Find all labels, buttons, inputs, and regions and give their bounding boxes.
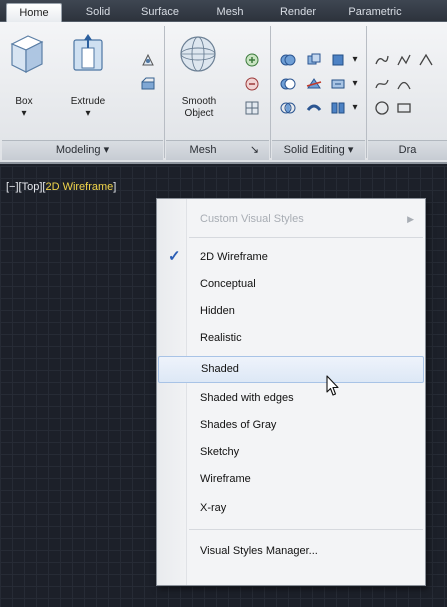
menu-item-label: Conceptual (200, 278, 256, 290)
solid-edit-dropdown-arrow[interactable]: ▾ (350, 78, 360, 90)
menu-item-custom-visual-styles[interactable]: Custom Visual Styles ▶ (158, 207, 424, 231)
menu-item-label: Visual Styles Manager... (200, 545, 318, 557)
menu-item-hidden[interactable]: Hidden (158, 299, 424, 323)
menu-item-label: Custom Visual Styles (200, 213, 304, 225)
menu-item-sketchy[interactable]: Sketchy (158, 440, 424, 464)
menu-item-x-ray[interactable]: X-ray (158, 496, 424, 520)
line-icon[interactable] (374, 52, 390, 68)
arc-icon[interactable] (396, 76, 412, 92)
menu-item-label: Wireframe (200, 473, 251, 485)
panel-separator (164, 26, 165, 158)
tab-solid[interactable]: Solid (78, 3, 118, 22)
ribbon-tab-bar: Home Solid Surface Mesh Render Parametri… (0, 0, 447, 22)
menu-item-label: Shades of Gray (200, 419, 277, 431)
smooth-object-icon[interactable] (176, 32, 220, 81)
intersect-icon[interactable] (280, 100, 296, 116)
box-icon[interactable] (6, 32, 46, 81)
smooth-object-label-line1[interactable]: Smooth (170, 96, 228, 108)
menu-item-wireframe[interactable]: Wireframe (158, 467, 424, 491)
solid-editing-panel-title[interactable]: Solid Editing ▾ (272, 140, 365, 160)
union-icon[interactable] (280, 52, 296, 68)
visual-styles-menu: Custom Visual Styles ▶ ✓ 2D Wireframe Co… (156, 198, 426, 586)
spline-icon[interactable] (374, 76, 390, 92)
menu-item-label: Hidden (200, 305, 235, 317)
extrude-dropdown-arrow[interactable]: ▾ (62, 108, 114, 120)
polysolid-icon[interactable] (140, 76, 156, 92)
thicken-icon[interactable] (306, 100, 322, 116)
chevron-right-icon: ▶ (407, 214, 414, 224)
mesh-panel-launcher-icon[interactable]: ↘ (240, 140, 269, 160)
viewport-suffix: ] (113, 181, 117, 193)
smooth-object-label-line2[interactable]: Object (170, 108, 228, 120)
solid-edit-dropdown-arrow[interactable]: ▾ (350, 102, 360, 114)
menu-item-shaded[interactable]: Shaded (158, 356, 424, 383)
menu-separator (189, 237, 423, 238)
separate-icon[interactable] (330, 100, 346, 116)
interfere-icon[interactable] (306, 52, 322, 68)
slice-icon[interactable] (306, 76, 322, 92)
menu-item-label: 2D Wireframe (200, 251, 268, 263)
ribbon-panel-area: Box ▾ Extrude ▾ Smooth Object ▾ ▾ ▾ Mode… (0, 22, 447, 164)
menu-item-label: X-ray (200, 502, 227, 514)
extrude-faces-icon[interactable] (330, 76, 346, 92)
viewport-prefix[interactable]: [−][Top][ (6, 181, 45, 193)
menu-item-visual-styles-manager[interactable]: Visual Styles Manager... (158, 539, 424, 563)
tab-render[interactable]: Render (274, 3, 322, 22)
panel-separator (270, 26, 271, 158)
draw-more-icon[interactable] (418, 52, 434, 68)
rectangle-icon[interactable] (396, 100, 412, 116)
visual-style-control[interactable]: 2D Wireframe (45, 181, 113, 193)
app-window: { "ribbon": { "tabs": [ {"label": "Home"… (0, 0, 447, 607)
menu-item-label: Shaded (201, 363, 239, 375)
box-dropdown-arrow[interactable]: ▾ (4, 108, 44, 120)
menu-separator (189, 529, 423, 530)
refine-mesh-icon[interactable] (244, 100, 260, 116)
menu-item-realistic[interactable]: Realistic (158, 326, 424, 350)
tab-mesh[interactable]: Mesh (206, 3, 254, 22)
modeling-panel-title[interactable]: Modeling ▾ (2, 140, 163, 160)
extrude-icon[interactable] (68, 32, 108, 81)
smooth-more-icon[interactable] (244, 52, 260, 68)
checkmark-icon: ✓ (168, 248, 181, 265)
polyline-icon[interactable] (396, 52, 412, 68)
box-button-label[interactable]: Box (4, 96, 44, 108)
menu-item-label: Shaded with edges (200, 392, 294, 404)
subtract-icon[interactable] (280, 76, 296, 92)
smooth-less-icon[interactable] (244, 76, 260, 92)
panel-separator (366, 26, 367, 158)
mesh-panel-title[interactable]: Mesh (166, 140, 240, 160)
tab-surface[interactable]: Surface (132, 3, 188, 22)
menu-item-2d-wireframe[interactable]: ✓ 2D Wireframe (158, 245, 424, 269)
menu-item-shades-of-gray[interactable]: Shades of Gray (158, 413, 424, 437)
menu-item-label: Sketchy (200, 446, 240, 458)
presspull-icon[interactable] (140, 52, 156, 68)
extrude-button-label[interactable]: Extrude (62, 96, 114, 108)
solid-edit-dropdown-arrow[interactable]: ▾ (350, 54, 360, 66)
tab-home[interactable]: Home (6, 3, 62, 22)
menu-item-shaded-with-edges[interactable]: Shaded with edges (158, 386, 424, 410)
menu-item-conceptual[interactable]: Conceptual (158, 272, 424, 296)
viewport-controls[interactable]: [−][Top][2D Wireframe] (6, 181, 116, 193)
mouse-pointer-icon (322, 374, 340, 405)
menu-item-label: Realistic (200, 332, 242, 344)
draw-panel-title[interactable]: Dra (368, 140, 447, 160)
extract-edges-icon[interactable] (330, 52, 346, 68)
tab-parametric[interactable]: Parametric (340, 3, 410, 22)
circle-icon[interactable] (374, 100, 390, 116)
